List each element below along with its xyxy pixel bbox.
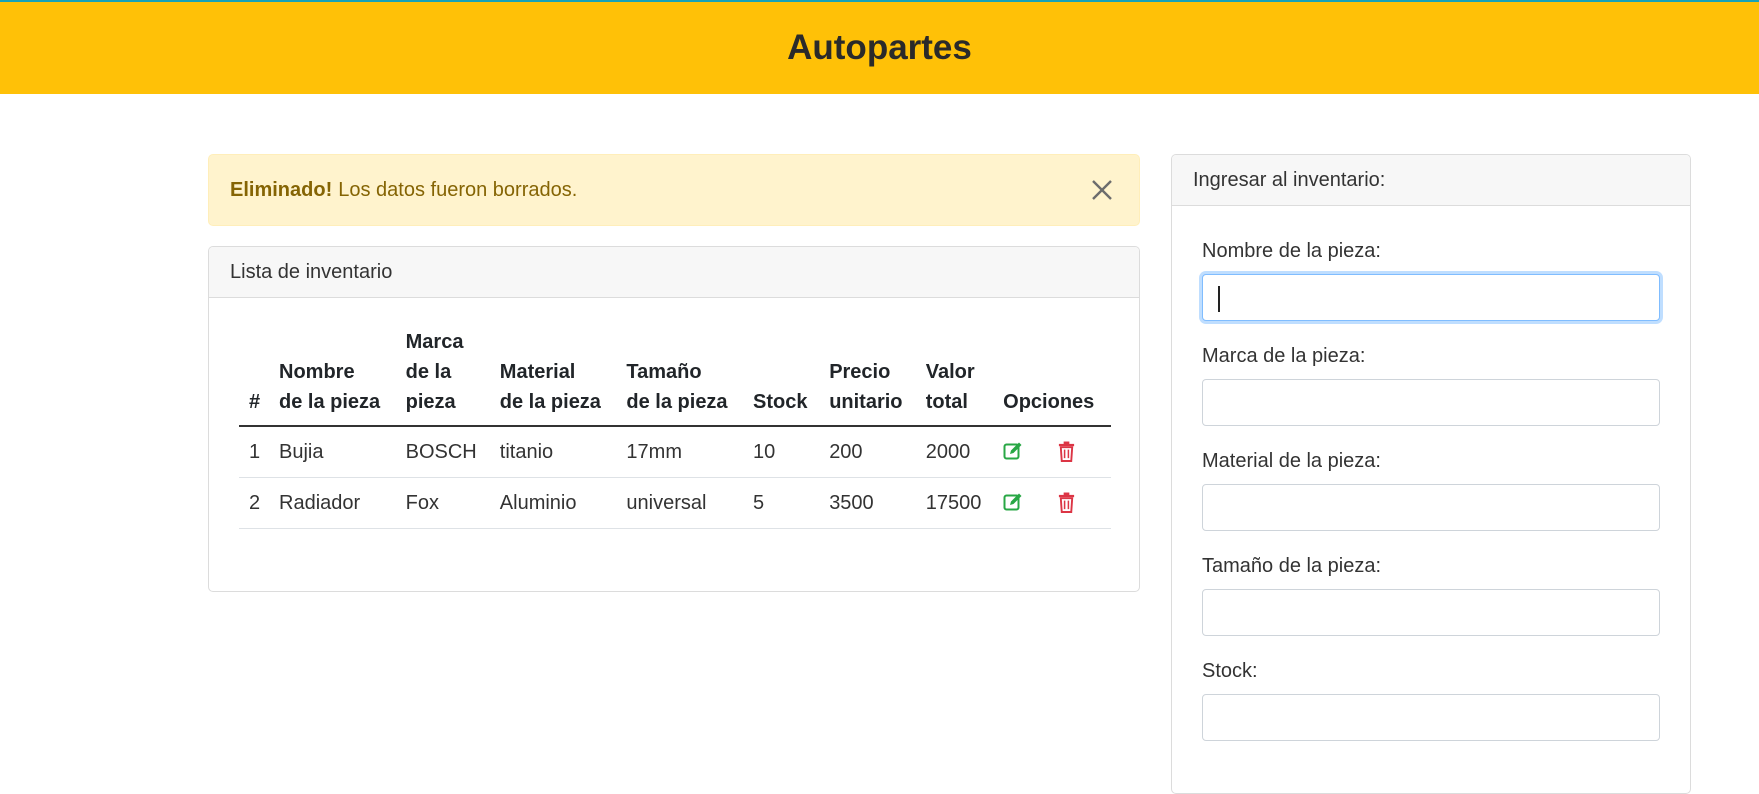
field-label-marca: Marca de la pieza: (1202, 345, 1366, 367)
field-label-nombre: Nombre de la pieza: (1202, 240, 1381, 262)
row-actions (1003, 492, 1103, 514)
column-header-line: pieza (405, 391, 456, 413)
cell-material: Aluminio (491, 477, 619, 529)
column-header-nombre: Nombre de la pieza (271, 327, 398, 427)
form-group-marca: Marca de la pieza: (1202, 345, 1660, 426)
table-header-row: # Nombre de la pieza Marca de la pieza Materia… (239, 327, 1111, 427)
form-group-material: Material de la pieza: (1202, 450, 1660, 531)
inventory-form: Nombre de la pieza: Marca de la pieza: Mat… (1172, 206, 1690, 741)
input-marca[interactable] (1202, 379, 1660, 426)
cell-total: 17500 (917, 477, 996, 529)
cell-precio: 200 (821, 426, 918, 478)
cell-nombre: Bujia (271, 426, 398, 478)
column-header-line: Nombre (279, 361, 355, 383)
cell-marca: BOSCH (397, 426, 492, 478)
inventory-list-header: Lista de inventario (209, 247, 1139, 298)
column-header-line: total (925, 391, 968, 413)
cell-stock: 5 (745, 477, 822, 529)
column-header-line: Marca (405, 331, 464, 353)
column-header-line: Valor (925, 361, 975, 383)
cell-tamano: universal (618, 477, 746, 529)
form-group-tamano: Tamaño de la pieza: (1202, 555, 1660, 636)
column-header-precio: Precio unitario (821, 327, 918, 427)
close-icon (1092, 180, 1112, 200)
column-header-tamano: Tamaño de la pieza (618, 327, 746, 427)
app-title: Autopartes (787, 28, 972, 67)
column-header-line: unitario (829, 391, 903, 413)
trash-icon (1057, 492, 1076, 514)
edit-button[interactable] (1003, 441, 1023, 463)
column-header-line: de la pieza (626, 391, 728, 413)
cell-total: 2000 (917, 426, 996, 478)
delete-button[interactable] (1057, 492, 1077, 514)
input-stock[interactable] (1202, 694, 1660, 741)
column-header-line: de la (405, 361, 452, 383)
column-header-marca: Marca de la pieza (397, 327, 492, 427)
trash-icon (1057, 441, 1076, 463)
text-caret (1218, 286, 1220, 312)
inventory-form-card: Ingresar al inventario: Nombre de la pie… (1171, 154, 1691, 794)
column-header-opciones: Opciones (995, 327, 1111, 427)
cell-nombre: Radiador (271, 477, 398, 529)
cell-options (995, 477, 1111, 529)
column-header-line: Stock (753, 391, 808, 413)
table-row: 1 Bujia BOSCH titanio 17mm 10 200 2000 (239, 426, 1111, 478)
cell-marca: Fox (397, 477, 492, 529)
column-header-line: Opciones (1003, 391, 1095, 413)
cell-tamano: 17mm (618, 426, 746, 478)
field-label-material: Material de la pieza: (1202, 450, 1381, 472)
cell-precio: 3500 (821, 477, 918, 529)
inventory-form-header: Ingresar al inventario: (1172, 155, 1690, 206)
edit-button[interactable] (1003, 492, 1023, 514)
table-body: 1 Bujia BOSCH titanio 17mm 10 200 2000 2 Radiador… (239, 426, 1111, 529)
delete-button[interactable] (1057, 441, 1077, 463)
navbar: Autopartes (0, 2, 1759, 94)
form-group-nombre: Nombre de la pieza: (1202, 240, 1660, 321)
cell-stock: 10 (745, 426, 822, 478)
row-actions (1003, 441, 1103, 463)
field-label-tamano: Tamaño de la pieza: (1202, 555, 1382, 577)
column-header-total: Valor total (917, 327, 996, 427)
form-group-stock: Stock: (1202, 660, 1660, 741)
input-tamano[interactable] (1202, 589, 1660, 636)
field-label-stock: Stock: (1202, 660, 1258, 682)
table-row: 2 Radiador Fox Aluminio universal 5 3500 17500 (239, 477, 1111, 529)
edit-icon (1003, 441, 1023, 463)
column-header-material: Material de la pieza (491, 327, 619, 427)
column-header-line: Tamaño (626, 361, 702, 383)
column-header-line: de la pieza (279, 391, 381, 413)
column-header-line: Material (499, 361, 576, 383)
column-header-line: # (249, 391, 261, 413)
column-header-num: # (239, 327, 271, 427)
inventory-list-card: Lista de inventario # Nombre de la pieza Ma… (208, 246, 1140, 592)
alert-close-button[interactable] (1085, 173, 1119, 207)
alert-deleted: Eliminado! Los datos fueron borrados. (208, 154, 1140, 226)
input-nombre[interactable] (1202, 274, 1660, 321)
column-header-line: de la pieza (499, 391, 601, 413)
alert-message: Los datos fueron borrados. (338, 178, 578, 201)
edit-icon (1003, 492, 1023, 514)
column-header-line: Precio (829, 361, 891, 383)
input-material[interactable] (1202, 484, 1660, 531)
cell-material: titanio (491, 426, 619, 478)
inventory-table: # Nombre de la pieza Marca de la pieza Materia… (239, 327, 1111, 529)
alert-strong: Eliminado! (230, 178, 333, 201)
cell-options (995, 426, 1111, 478)
cell-num: 2 (239, 477, 271, 529)
column-header-stock: Stock (745, 327, 822, 427)
cell-num: 1 (239, 426, 271, 478)
